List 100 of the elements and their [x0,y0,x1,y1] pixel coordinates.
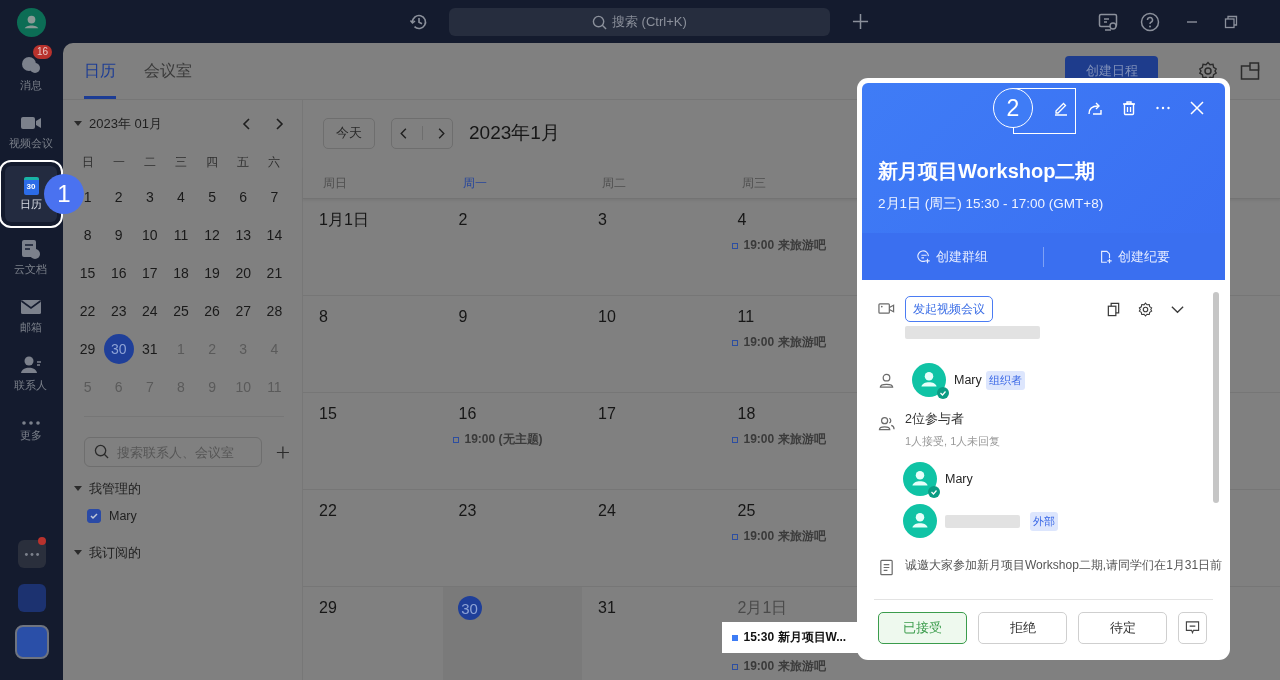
day-cell[interactable]: 23 [442,490,582,586]
day-cell[interactable]: 11 19:00 来旅游吧 [721,296,861,392]
day-cell[interactable]: 15 [303,393,443,489]
date-cell[interactable]: 14 [259,220,290,250]
date-cell[interactable]: 10 [134,220,165,250]
settings-icon[interactable] [1138,301,1153,317]
day-cell[interactable]: 29 [303,587,443,680]
tab[interactable]: 日历 [84,43,116,99]
rsvp-button[interactable]: 待定 [1078,611,1167,644]
user-avatar-icon[interactable] [17,7,46,37]
date-cell[interactable]: 9 [103,220,134,250]
next-month-icon[interactable] [274,117,284,131]
checkbox[interactable] [87,509,101,523]
expand-caret-icon[interactable] [74,486,82,492]
start-video-meeting-button[interactable]: 发起视频会议 [905,296,993,322]
date-cell[interactable]: 12 [197,220,228,250]
copy-icon[interactable] [1106,301,1121,317]
search-field[interactable]: 搜索 (Ctrl+K) [449,7,830,36]
day-cell[interactable]: 1月1日 [303,199,443,295]
date-cell[interactable]: 15 [72,258,103,288]
window-icon[interactable] [1240,61,1260,81]
day-cell[interactable]: 9 [442,296,582,392]
date-cell[interactable]: 30 [103,334,134,364]
close-icon[interactable] [1189,100,1205,116]
event-action-button[interactable]: 创建纪要 [1044,246,1225,267]
date-cell[interactable]: 22 [72,296,103,326]
restore-icon[interactable] [1224,14,1238,29]
date-cell[interactable]: 7 [259,182,290,212]
date-cell[interactable]: 17 [134,258,165,288]
app-launcher-button[interactable] [17,540,46,568]
day-cell[interactable]: 2 [442,199,582,295]
nav-item[interactable]: 更多 [0,402,61,460]
date-cell[interactable]: 24 [134,296,165,326]
event-item[interactable]: 19:00 来旅游吧 [721,234,861,257]
day-cell[interactable]: 25 19:00 来旅游吧 [721,490,861,586]
monitor-bell-icon[interactable] [1098,11,1118,32]
expand-caret-icon[interactable] [74,550,82,556]
day-cell[interactable]: 16 19:00 (无主题) [442,393,582,489]
date-cell[interactable]: 19 [197,258,228,288]
nav-item[interactable]: 云文档 [0,228,61,286]
app-tile[interactable] [14,625,49,659]
event-item[interactable]: 19:00 (无主题) [442,428,582,451]
event-item[interactable]: 19:00 来旅游吧 [721,655,861,678]
scrollbar[interactable] [1213,292,1219,503]
day-cell[interactable]: 31 [582,587,722,680]
previous-month-icon[interactable] [242,117,252,131]
help-icon[interactable] [1140,11,1160,32]
date-cell[interactable]: 18 [166,258,196,288]
add-icon[interactable] [276,444,290,460]
event-action-button[interactable]: 创建群组 [862,246,1043,267]
date-cell[interactable]: 3 [134,182,165,212]
date-cell[interactable]: 27 [228,296,259,326]
date-cell[interactable]: 5 [197,182,228,212]
rsvp-button[interactable]: 已接受 [878,611,967,644]
date-cell[interactable]: 28 [259,296,290,326]
day-cell[interactable]: 4 19:00 来旅游吧 [721,199,861,295]
edit-icon[interactable] [1053,100,1069,116]
day-cell[interactable]: 30 [442,587,582,680]
date-cell[interactable]: 6 [228,182,259,212]
collapse-caret-icon[interactable] [74,121,82,127]
share-icon[interactable] [1087,100,1103,116]
day-cell[interactable]: 22 [303,490,443,586]
day-number: 25 [737,502,756,520]
day-cell[interactable]: 24 [582,490,722,586]
day-cell[interactable]: 3 [582,199,722,295]
date-cell[interactable]: 25 [166,296,196,326]
event-item[interactable]: 19:00 来旅游吧 [721,525,861,548]
nav-item[interactable]: 视频会议 [0,102,61,160]
day-cell[interactable]: 8 [303,296,443,392]
previous-icon[interactable] [398,126,409,140]
today-button[interactable]: 今天 [323,117,375,149]
app-tile[interactable] [17,584,46,612]
unread-badge: 16 [33,45,53,59]
day-cell[interactable]: 17 [582,393,722,489]
date-cell[interactable]: 4 [166,182,196,212]
day-cell[interactable]: 18 19:00 来旅游吧 [721,393,861,489]
date-cell[interactable]: 26 [197,296,228,326]
date-cell[interactable]: 23 [103,296,134,326]
nav-item[interactable]: 联系人 [0,344,61,402]
rsvp-button[interactable]: 拒绝 [978,611,1067,644]
settings-icon[interactable] [1198,61,1218,81]
date-cell[interactable]: 13 [228,220,259,250]
weekday-label: 二 [142,153,157,171]
tab[interactable]: 会议室 [144,43,192,99]
date-cell[interactable]: 29 [72,334,103,364]
trash-icon[interactable] [1121,100,1137,116]
date-cell[interactable]: 31 [134,334,165,364]
nav-item[interactable]: 消息 16 [0,44,61,102]
date-cell[interactable]: 21 [259,258,290,288]
plus-icon[interactable] [852,13,869,30]
event-item[interactable]: 19:00 来旅游吧 [721,428,861,451]
date-cell[interactable]: 16 [103,258,134,288]
event-item[interactable]: 19:00 来旅游吧 [721,331,861,354]
date-cell[interactable]: 11 [166,220,196,250]
date-cell[interactable]: 20 [228,258,259,288]
date-cell[interactable]: 8 [72,220,103,250]
date-cell[interactable]: 2 [103,182,134,212]
day-cell[interactable]: 10 [582,296,722,392]
nav-item[interactable]: 邮箱 [0,286,61,344]
comment-button[interactable] [1178,611,1207,644]
